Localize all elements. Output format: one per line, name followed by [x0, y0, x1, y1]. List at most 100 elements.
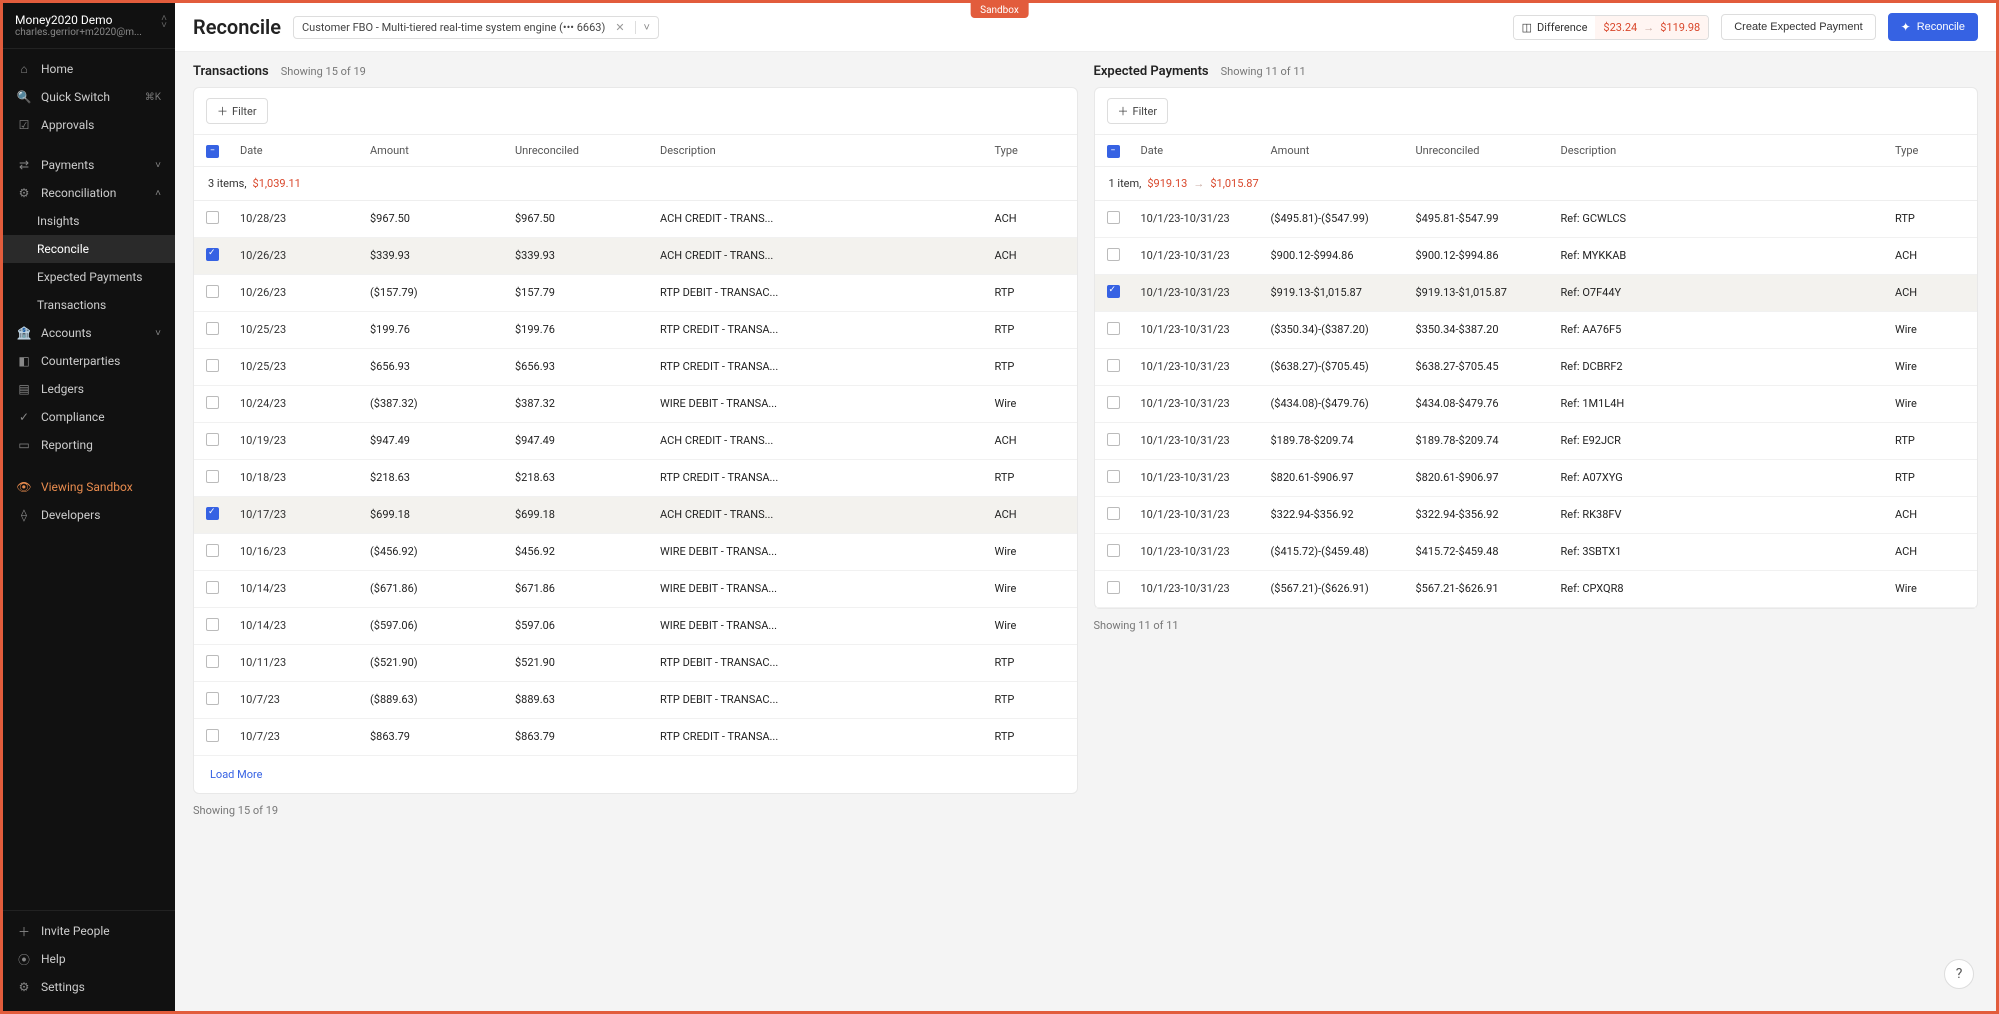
table-row[interactable]: 10/17/23$699.18$699.18ACH CREDIT - TRANS…: [194, 497, 1077, 534]
row-checkbox[interactable]: [206, 470, 219, 483]
table-row[interactable]: 10/14/23($671.86)$671.86WIRE DEBIT - TRA…: [194, 571, 1077, 608]
row-checkbox[interactable]: [1107, 248, 1120, 261]
table-row[interactable]: 10/28/23$967.50$967.50ACH CREDIT - TRANS…: [194, 201, 1077, 238]
table-row[interactable]: 10/1/23-10/31/23($495.81)-($547.99)$495.…: [1095, 201, 1978, 238]
org-name: Money2020 Demo: [15, 13, 163, 27]
row-checkbox[interactable]: [206, 618, 219, 631]
row-checkbox[interactable]: [1107, 359, 1120, 372]
th-amount[interactable]: Amount: [370, 144, 515, 157]
row-checkbox[interactable]: [206, 285, 219, 298]
row-checkbox[interactable]: [1107, 544, 1120, 557]
table-row[interactable]: 10/26/23($157.79)$157.79RTP DEBIT - TRAN…: [194, 275, 1077, 312]
row-checkbox[interactable]: [206, 729, 219, 742]
row-checkbox[interactable]: [1107, 285, 1120, 298]
table-row[interactable]: 10/14/23($597.06)$597.06WIRE DEBIT - TRA…: [194, 608, 1077, 645]
row-checkbox[interactable]: [1107, 470, 1120, 483]
nav-reconcile[interactable]: Reconcile: [3, 235, 175, 263]
row-checkbox[interactable]: [1107, 211, 1120, 224]
nav-ledgers[interactable]: ▤Ledgers: [3, 375, 175, 403]
table-row[interactable]: 10/1/23-10/31/23($567.21)-($626.91)$567.…: [1095, 571, 1978, 608]
table-row[interactable]: 10/18/23$218.63$218.63RTP CREDIT - TRANS…: [194, 460, 1077, 497]
th-unreconciled[interactable]: Unreconciled: [1416, 144, 1561, 157]
select-some-checkbox[interactable]: −: [206, 145, 219, 158]
load-more-link[interactable]: Load More: [194, 756, 1077, 793]
row-checkbox[interactable]: [1107, 507, 1120, 520]
nav-developers[interactable]: ⟠Developers: [3, 501, 175, 529]
nav-viewing-sandbox[interactable]: 👁Viewing Sandbox: [3, 473, 175, 501]
nav-quick-switch[interactable]: 🔍Quick Switch⌘K: [3, 83, 175, 111]
chevron-down-icon[interactable]: ˅: [635, 21, 650, 34]
th-date[interactable]: Date: [1141, 144, 1271, 157]
row-checkbox[interactable]: [206, 248, 219, 261]
nav-reconciliation[interactable]: ⚙Reconciliation˄: [3, 179, 175, 207]
row-checkbox[interactable]: [1107, 433, 1120, 446]
th-description[interactable]: Description: [660, 144, 995, 157]
table-row[interactable]: 10/25/23$199.76$199.76RTP CREDIT - TRANS…: [194, 312, 1077, 349]
row-checkbox[interactable]: [206, 655, 219, 668]
account-selector[interactable]: Customer FBO - Multi-tiered real-time sy…: [293, 16, 659, 39]
row-checkbox[interactable]: [206, 507, 219, 520]
th-date[interactable]: Date: [240, 144, 370, 157]
create-expected-payment-button[interactable]: Create Expected Payment: [1721, 14, 1875, 40]
nav-invite-label: Invite People: [41, 924, 110, 938]
nav-compliance[interactable]: ✓Compliance: [3, 403, 175, 431]
th-type[interactable]: Type: [995, 144, 1065, 157]
table-row[interactable]: 10/11/23($521.90)$521.90RTP DEBIT - TRAN…: [194, 645, 1077, 682]
th-description[interactable]: Description: [1561, 144, 1896, 157]
table-row[interactable]: 10/1/23-10/31/23$189.78-$209.74$189.78-$…: [1095, 423, 1978, 460]
nav-payments[interactable]: ⇄Payments˅: [3, 151, 175, 179]
select-some-checkbox[interactable]: −: [1107, 145, 1120, 158]
row-checkbox[interactable]: [1107, 581, 1120, 594]
row-checkbox[interactable]: [206, 211, 219, 224]
nav-approvals[interactable]: ☑Approvals: [3, 111, 175, 139]
table-row[interactable]: 10/16/23($456.92)$456.92WIRE DEBIT - TRA…: [194, 534, 1077, 571]
nav-counterparties[interactable]: ◧Counterparties: [3, 347, 175, 375]
nav-insights[interactable]: Insights: [3, 207, 175, 235]
row-checkbox[interactable]: [1107, 396, 1120, 409]
table-row[interactable]: 10/7/23($889.63)$889.63RTP DEBIT - TRANS…: [194, 682, 1077, 719]
table-row[interactable]: 10/1/23-10/31/23$919.13-$1,015.87$919.13…: [1095, 275, 1978, 312]
cell-amount: ($597.06): [370, 619, 515, 632]
help-fab[interactable]: ?: [1944, 959, 1974, 989]
nav-transactions[interactable]: Transactions: [3, 291, 175, 319]
expected-title: Expected Payments: [1094, 64, 1209, 79]
table-row[interactable]: 10/19/23$947.49$947.49ACH CREDIT - TRANS…: [194, 423, 1077, 460]
table-row[interactable]: 10/26/23$339.93$339.93ACH CREDIT - TRANS…: [194, 238, 1077, 275]
table-row[interactable]: 10/1/23-10/31/23($434.08)-($479.76)$434.…: [1095, 386, 1978, 423]
table-row[interactable]: 10/1/23-10/31/23$322.94-$356.92$322.94-$…: [1095, 497, 1978, 534]
table-row[interactable]: 10/1/23-10/31/23$820.61-$906.97$820.61-$…: [1095, 460, 1978, 497]
close-icon[interactable]: ✕: [611, 21, 628, 34]
nav-accounts[interactable]: 🏦Accounts˅: [3, 319, 175, 347]
expected-filter-button[interactable]: ＋Filter: [1107, 98, 1169, 124]
table-row[interactable]: 10/1/23-10/31/23($638.27)-($705.45)$638.…: [1095, 349, 1978, 386]
row-checkbox[interactable]: [206, 433, 219, 446]
nav-invite[interactable]: ＋Invite People: [3, 917, 175, 945]
eye-icon: 👁: [17, 480, 31, 494]
table-row[interactable]: 10/1/23-10/31/23$900.12-$994.86$900.12-$…: [1095, 238, 1978, 275]
transactions-filter-button[interactable]: ＋Filter: [206, 98, 268, 124]
nav-reporting[interactable]: ▭Reporting: [3, 431, 175, 459]
table-row[interactable]: 10/24/23($387.32)$387.32WIRE DEBIT - TRA…: [194, 386, 1077, 423]
table-row[interactable]: 10/25/23$656.93$656.93RTP CREDIT - TRANS…: [194, 349, 1077, 386]
nav-home[interactable]: ⌂Home: [3, 55, 175, 83]
row-checkbox[interactable]: [206, 544, 219, 557]
cell-date: 10/1/23-10/31/23: [1141, 434, 1271, 447]
nav-help[interactable]: ⦿Help: [3, 945, 175, 973]
nav-settings[interactable]: ⚙Settings: [3, 973, 175, 1001]
cell-type: RTP: [995, 656, 1065, 669]
row-checkbox[interactable]: [206, 359, 219, 372]
row-checkbox[interactable]: [206, 581, 219, 594]
table-row[interactable]: 10/7/23$863.79$863.79RTP CREDIT - TRANSA…: [194, 719, 1077, 756]
row-checkbox[interactable]: [206, 322, 219, 335]
th-type[interactable]: Type: [1895, 144, 1965, 157]
row-checkbox[interactable]: [206, 692, 219, 705]
nav-expected-payments[interactable]: Expected Payments: [3, 263, 175, 291]
row-checkbox[interactable]: [1107, 322, 1120, 335]
th-amount[interactable]: Amount: [1271, 144, 1416, 157]
reconcile-button[interactable]: ✦Reconcile: [1888, 13, 1978, 41]
table-row[interactable]: 10/1/23-10/31/23($415.72)-($459.48)$415.…: [1095, 534, 1978, 571]
row-checkbox[interactable]: [206, 396, 219, 409]
th-unreconciled[interactable]: Unreconciled: [515, 144, 660, 157]
org-switcher[interactable]: Money2020 Demo charles.gerrior+m2020@m..…: [3, 3, 175, 49]
table-row[interactable]: 10/1/23-10/31/23($350.34)-($387.20)$350.…: [1095, 312, 1978, 349]
